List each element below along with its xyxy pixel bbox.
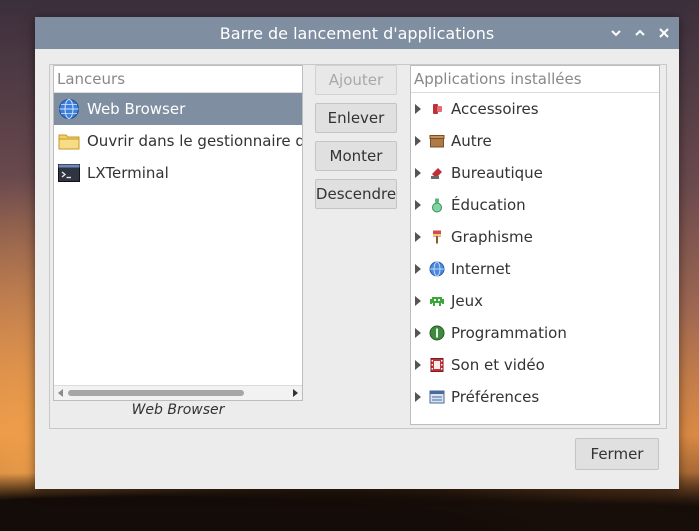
- terminal-icon: [58, 164, 80, 182]
- brush-icon: [433, 230, 441, 244]
- category-preferences[interactable]: Préférences: [411, 381, 659, 413]
- close-button[interactable]: Fermer: [575, 438, 659, 470]
- scroll-left-icon[interactable]: [58, 389, 63, 397]
- category-graphisme[interactable]: Graphisme: [411, 221, 659, 253]
- category-label: Éducation: [451, 196, 526, 214]
- window-controls: [609, 17, 671, 49]
- launchers-list[interactable]: Lanceurs Web Browser Ouvrir dans le gest…: [53, 65, 303, 401]
- add-button[interactable]: Ajouter: [315, 65, 397, 95]
- category-jeux[interactable]: Jeux: [411, 285, 659, 317]
- category-label: Son et vidéo: [451, 356, 545, 374]
- expand-arrow-icon[interactable]: [415, 200, 421, 210]
- category-autre[interactable]: Autre: [411, 125, 659, 157]
- window-title: Barre de lancement d'applications: [219, 23, 495, 43]
- installed-apps-tree[interactable]: Applications installées Accessoires Autr…: [410, 65, 660, 425]
- category-bureautique[interactable]: Bureautique: [411, 157, 659, 189]
- accessories-icon: [433, 104, 442, 114]
- move-down-button[interactable]: Descendre: [315, 179, 397, 209]
- launcher-label: LXTerminal: [87, 164, 169, 182]
- launcher-item-lxterminal[interactable]: LXTerminal: [54, 157, 302, 189]
- selected-launcher-caption: Web Browser: [131, 402, 225, 418]
- launcher-item-file-manager[interactable]: Ouvrir dans le gestionnaire de fichiers: [54, 125, 302, 157]
- close-window-button[interactable]: [657, 26, 671, 40]
- scroll-right-icon[interactable]: [293, 389, 298, 397]
- expand-arrow-icon[interactable]: [415, 328, 421, 338]
- expand-arrow-icon[interactable]: [415, 296, 421, 306]
- category-label: Programmation: [451, 324, 567, 342]
- category-label: Autre: [451, 132, 492, 150]
- category-son-et-video[interactable]: Son et vidéo: [411, 349, 659, 381]
- category-education[interactable]: Éducation: [411, 189, 659, 221]
- remove-button[interactable]: Enlever: [315, 103, 397, 133]
- gear-icon: [429, 325, 445, 341]
- expand-arrow-icon[interactable]: [415, 392, 421, 402]
- expand-arrow-icon[interactable]: [415, 104, 421, 114]
- expand-arrow-icon[interactable]: [415, 168, 421, 178]
- category-label: Jeux: [451, 292, 484, 310]
- launcher-bar-dialog: Barre de lancement d'applications Lanceu…: [35, 17, 679, 489]
- category-internet[interactable]: Internet: [411, 253, 659, 285]
- installed-apps-header: Applications installées: [411, 66, 659, 93]
- category-label: Bureautique: [451, 164, 543, 182]
- office-icon: [431, 168, 442, 179]
- move-up-button[interactable]: Monter: [315, 141, 397, 171]
- launcher-item-web-browser[interactable]: Web Browser: [54, 93, 302, 125]
- category-accessoires[interactable]: Accessoires: [411, 93, 659, 125]
- category-label: Internet: [451, 260, 511, 278]
- category-label: Préférences: [451, 388, 540, 406]
- chevron-up-icon: [635, 29, 645, 36]
- globe-icon: [429, 261, 445, 277]
- launcher-label: Web Browser: [87, 100, 186, 118]
- close-icon: [659, 28, 669, 38]
- flask-icon: [432, 198, 442, 213]
- category-programmation[interactable]: Programmation: [411, 317, 659, 349]
- expand-arrow-icon[interactable]: [415, 136, 421, 146]
- category-label: Accessoires: [451, 100, 539, 118]
- chevron-down-icon: [611, 30, 621, 37]
- box-icon: [429, 135, 445, 148]
- launchers-header: Lanceurs: [54, 66, 302, 93]
- title-bar[interactable]: Barre de lancement d'applications: [35, 17, 679, 49]
- globe-icon: [59, 99, 79, 119]
- expand-arrow-icon[interactable]: [415, 360, 421, 370]
- film-icon: [430, 358, 444, 372]
- expand-arrow-icon[interactable]: [415, 264, 421, 274]
- category-label: Graphisme: [451, 228, 533, 246]
- preferences-icon: [429, 390, 445, 404]
- horizontal-scrollbar[interactable]: [54, 385, 302, 400]
- folder-icon: [58, 134, 80, 150]
- expand-arrow-icon[interactable]: [415, 232, 421, 242]
- invader-icon: [430, 297, 444, 306]
- launcher-label: Ouvrir dans le gestionnaire de fichiers: [87, 132, 302, 150]
- scrollbar-thumb[interactable]: [68, 390, 244, 396]
- maximize-button[interactable]: [633, 26, 647, 40]
- minimize-button[interactable]: [609, 26, 623, 40]
